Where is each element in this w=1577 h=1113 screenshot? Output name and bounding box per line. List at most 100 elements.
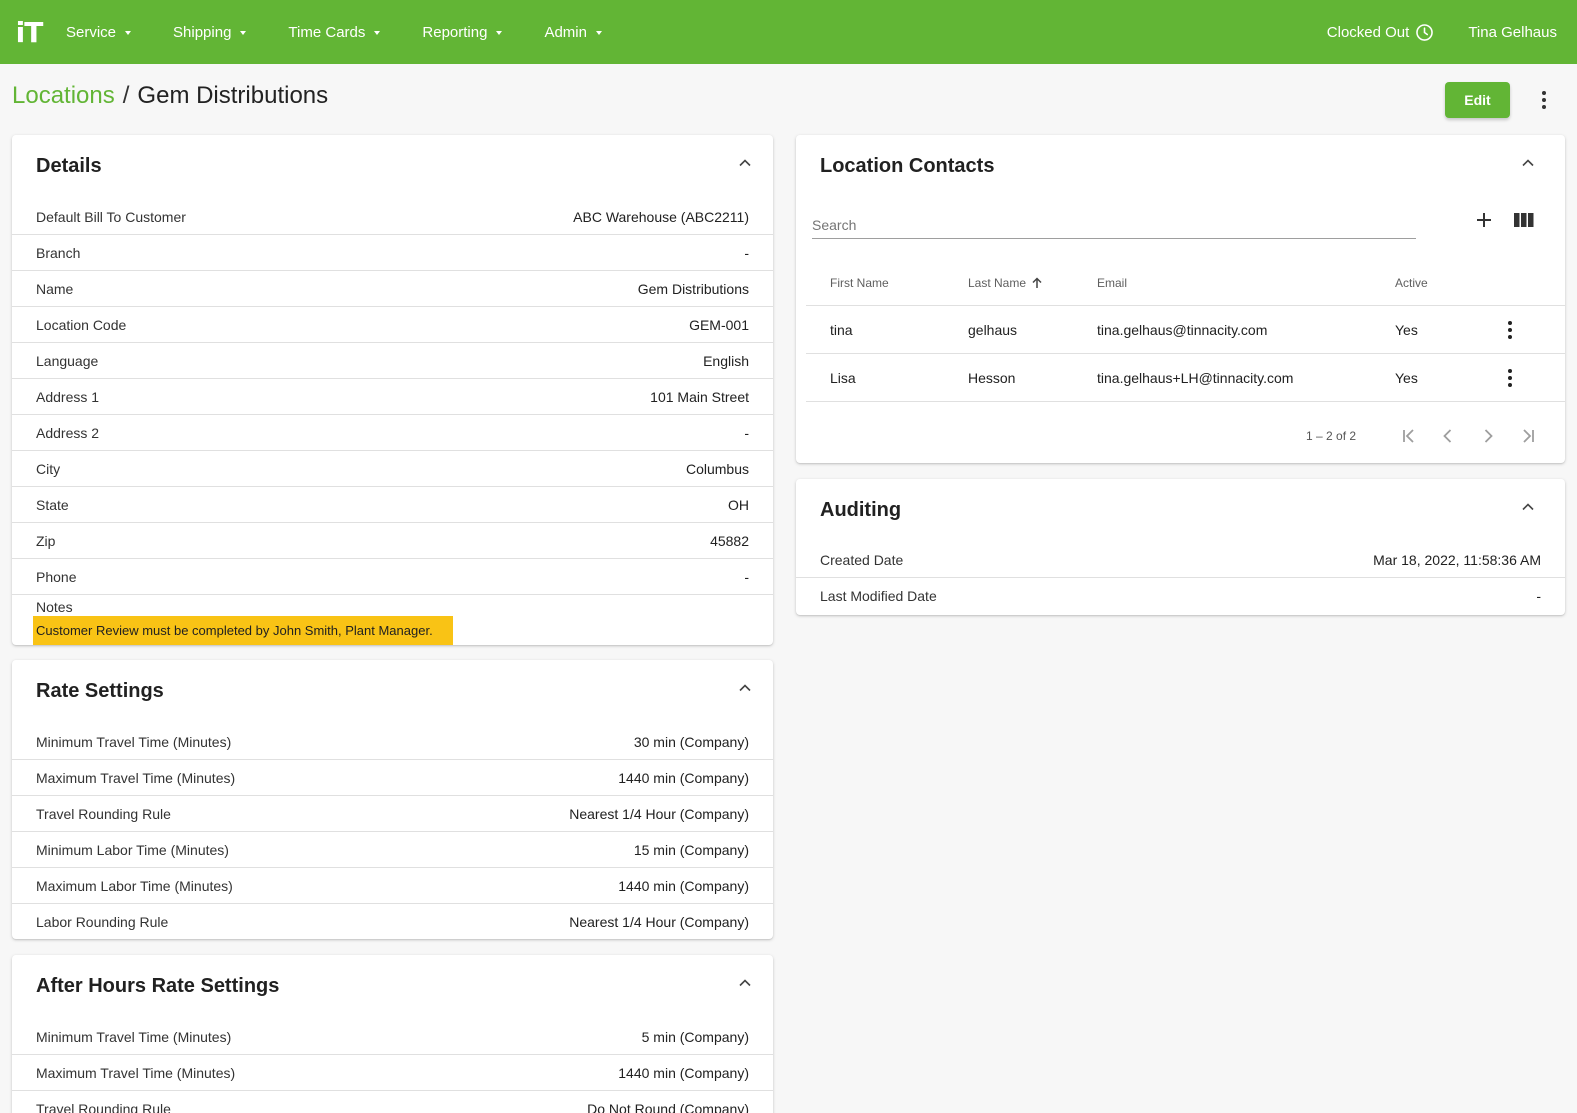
col-first-name[interactable]: First Name	[806, 276, 968, 290]
search-input[interactable]	[812, 213, 1416, 237]
detail-row: Address 1 101 Main Street	[12, 379, 773, 415]
page-title: Gem Distributions	[137, 82, 329, 109]
after-hours-card: After Hours Rate Settings Minimum Travel…	[12, 955, 773, 1113]
nav-menu-admin[interactable]: Admin	[536, 0, 610, 64]
col-email[interactable]: Email	[1097, 276, 1395, 290]
more-options-icon[interactable]	[1536, 88, 1552, 112]
detail-row: Zip 45882	[12, 523, 773, 559]
cell-first-name: tina	[830, 321, 853, 338]
audit-value: Mar 18, 2022, 11:58:36 AM	[1373, 551, 1541, 568]
auditing-title: Auditing	[820, 499, 902, 521]
rate-label: Minimum Travel Time (Minutes)	[36, 733, 232, 750]
app-logo[interactable]: iT	[0, 0, 58, 64]
caret-down-icon	[496, 30, 503, 35]
detail-row: Location Code GEM-001	[12, 307, 773, 343]
detail-value: OH	[728, 496, 749, 513]
notes-label: Notes	[36, 599, 73, 615]
caret-down-icon	[125, 30, 132, 35]
column-chooser-button[interactable]	[1512, 208, 1536, 232]
nav-label: Shipping	[173, 23, 232, 41]
table-header: First Name Last Name Email Active	[806, 260, 1565, 306]
arrow-up-icon	[1032, 277, 1042, 289]
contacts-search	[812, 213, 1416, 239]
nav-menu-service[interactable]: Service	[58, 0, 139, 64]
details-title: Details	[36, 155, 102, 177]
cell-active: Yes	[1395, 369, 1418, 386]
table-row[interactable]: tina gelhaus tina.gelhaus@tinnacity.com …	[806, 306, 1565, 354]
top-bar-right: Clocked Out Tina Gelhaus	[1327, 0, 1577, 64]
after-hours-value: Do Not Round (Company)	[587, 1100, 749, 1113]
detail-label: Name	[36, 280, 74, 297]
detail-value: 101 Main Street	[650, 388, 749, 405]
nav-menu-reporting[interactable]: Reporting	[414, 0, 510, 64]
main-nav: Service Shipping Time Cards Reporting Ad…	[58, 0, 636, 64]
chevron-up-icon[interactable]	[1520, 155, 1536, 171]
breadcrumb: Locations / Gem Distributions	[12, 82, 328, 110]
detail-label: Address 1	[36, 388, 100, 405]
chevron-up-icon[interactable]	[737, 680, 753, 696]
detail-label: State	[36, 496, 69, 513]
previous-page-button[interactable]	[1436, 424, 1460, 448]
rate-value: 30 min (Company)	[633, 733, 749, 750]
caret-down-icon	[240, 30, 247, 35]
details-rows: Default Bill To Customer ABC Warehouse (A…	[12, 199, 773, 595]
rate-label: Minimum Labor Time (Minutes)	[36, 841, 229, 858]
rate-label: Labor Rounding Rule	[36, 914, 169, 930]
nav-label: Reporting	[422, 23, 488, 41]
chevron-up-icon[interactable]	[737, 155, 753, 171]
detail-label: Location Code	[36, 316, 127, 333]
location-contacts-title: Location Contacts	[820, 155, 995, 177]
detail-value: -	[744, 424, 749, 441]
more-vert-icon[interactable]	[1502, 320, 1518, 340]
detail-row: Default Bill To Customer ABC Warehouse (A…	[12, 199, 773, 235]
table-row[interactable]: Lisa Hesson tina.gelhaus+LH@tinnacity.co…	[806, 354, 1565, 402]
detail-label: Phone	[36, 568, 77, 585]
first-page-button[interactable]	[1397, 424, 1421, 448]
detail-row: Language English	[12, 343, 773, 379]
cell-email: tina.gelhaus+LH@tinnacity.com	[1097, 369, 1294, 386]
rate-value: 1440 min (Company)	[618, 877, 749, 894]
paginator-range: 1 – 2 of 2	[1306, 429, 1357, 443]
detail-label: Branch	[36, 244, 81, 261]
nav-label: Admin	[544, 23, 587, 41]
detail-value: -	[744, 568, 749, 585]
auditing-rows: Created Date Mar 18, 2022, 11:58:36 AM La…	[796, 542, 1565, 614]
col-active[interactable]: Active	[1395, 276, 1495, 290]
rate-value: Nearest 1/4 Hour (Company)	[569, 805, 749, 822]
chevron-up-icon[interactable]	[1520, 499, 1536, 515]
add-contact-button[interactable]	[1472, 208, 1496, 232]
nav-menu-shipping[interactable]: Shipping	[165, 0, 254, 64]
next-page-button[interactable]	[1476, 424, 1500, 448]
breadcrumb-locations-link[interactable]: Locations	[12, 82, 115, 110]
audit-row: Created Date Mar 18, 2022, 11:58:36 AM	[796, 542, 1565, 578]
detail-value: Gem Distributions	[637, 280, 749, 297]
cell-last-name: gelhaus	[968, 321, 1018, 338]
more-vert-icon[interactable]	[1502, 368, 1518, 388]
last-page-icon	[1523, 429, 1534, 443]
detail-value: Columbus	[685, 460, 749, 477]
rate-row: Minimum Labor Time (Minutes) 15 min (Comp…	[12, 832, 773, 868]
after-hours-row: Travel Rounding Rule Do Not Round (Compan…	[12, 1091, 773, 1113]
detail-value: GEM-001	[689, 316, 749, 333]
caret-down-icon	[374, 30, 381, 35]
chevron-up-icon[interactable]	[737, 975, 753, 991]
plus-icon	[1477, 213, 1491, 227]
after-hours-title: After Hours Rate Settings	[36, 975, 280, 997]
last-page-button[interactable]	[1516, 424, 1540, 448]
rate-row: Labor Rounding Rule Nearest 1/4 Hour (Com…	[12, 904, 773, 939]
contacts-table: First Name Last Name Email Active tina g…	[806, 260, 1565, 402]
clock-status-button[interactable]: Clocked Out	[1327, 23, 1435, 42]
chevron-right-icon	[1484, 429, 1493, 443]
rate-value: 1440 min (Company)	[618, 769, 749, 786]
notes-highlight: Customer Review must be completed by Joh…	[33, 616, 453, 645]
edit-button[interactable]: Edit	[1445, 82, 1510, 118]
col-last-name[interactable]: Last Name	[968, 276, 1097, 290]
user-menu[interactable]: Tina Gelhaus	[1468, 24, 1557, 41]
nav-menu-time-cards[interactable]: Time Cards	[280, 0, 388, 64]
detail-value: ABC Warehouse (ABC2211)	[573, 208, 749, 225]
after-hours-rows: Minimum Travel Time (Minutes) 5 min (Comp…	[12, 1019, 773, 1113]
after-hours-row: Minimum Travel Time (Minutes) 5 min (Comp…	[12, 1019, 773, 1055]
auditing-card: Auditing Created Date Mar 18, 2022, 11:58…	[796, 479, 1565, 615]
nav-label: Service	[66, 23, 117, 41]
detail-label: Default Bill To Customer	[36, 208, 186, 225]
